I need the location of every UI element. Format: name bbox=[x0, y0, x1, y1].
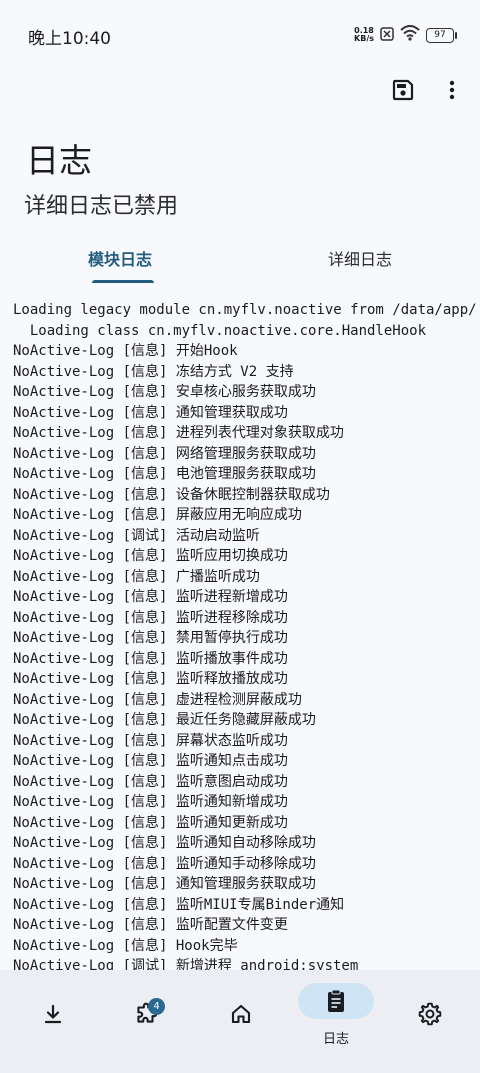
save-icon bbox=[392, 79, 414, 101]
log-line: NoActive-Log [信息] 监听通知新增成功 bbox=[13, 794, 288, 810]
log-line: NoActive-Log [信息] 监听通知手动移除成功 bbox=[13, 855, 316, 872]
nav-item-download[interactable] bbox=[5, 970, 101, 1060]
more-options-button[interactable] bbox=[438, 76, 466, 104]
net-speed-unit: KB/s bbox=[354, 34, 374, 43]
log-line: NoActive-Log [信息] 安卓核心服务获取成功 bbox=[13, 384, 316, 400]
nav-item-home[interactable] bbox=[193, 970, 289, 1060]
home-icon bbox=[227, 1000, 255, 1028]
wifi-icon bbox=[400, 25, 420, 45]
modules-badge: 4 bbox=[148, 998, 165, 1015]
log-line: NoActive-Log [信息] 通知管理获取成功 bbox=[13, 404, 288, 421]
log-line: NoActive-Log [信息] 最近任务隐藏屏蔽成功 bbox=[13, 712, 316, 728]
log-line: NoActive-Log [信息] 电池管理服务获取成功 bbox=[13, 466, 316, 482]
log-clipboard-icon bbox=[322, 987, 350, 1015]
log-line: NoActive-Log [信息] 网络管理服务获取成功 bbox=[13, 445, 316, 462]
nav-item-logs[interactable]: 日志 bbox=[288, 970, 384, 1060]
log-line: NoActive-Log [信息] 监听通知自动移除成功 bbox=[13, 835, 316, 851]
log-line: NoActive-Log [信息] 监听配置文件变更 bbox=[13, 917, 288, 933]
save-button[interactable] bbox=[389, 76, 417, 104]
sim-none-icon bbox=[380, 26, 394, 45]
log-line: NoActive-Log [信息] 监听应用切换成功 bbox=[13, 548, 288, 564]
more-vert-icon bbox=[449, 80, 455, 100]
settings-icon bbox=[416, 1000, 444, 1028]
log-line: NoActive-Log [信息] 屏蔽应用无响应成功 bbox=[13, 507, 302, 523]
log-line: NoActive-Log [信息] 监听播放事件成功 bbox=[13, 650, 288, 667]
log-line: NoActive-Log [信息] Hook完毕 bbox=[13, 937, 238, 954]
log-line: NoActive-Log [信息] 监听释放播放成功 bbox=[13, 671, 288, 687]
log-line: NoActive-Log [信息] 监听进程移除成功 bbox=[13, 609, 288, 626]
log-line: NoActive-Log [信息] 禁用暂停执行成功 bbox=[13, 630, 288, 646]
page-subtitle: 详细日志已禁用 bbox=[24, 194, 179, 219]
log-line: NoActive-Log [信息] 通知管理服务获取成功 bbox=[13, 876, 316, 892]
log-line: NoActive-Log [信息] 广播监听成功 bbox=[13, 568, 260, 585]
status-time: 晚上10:40 bbox=[28, 29, 111, 49]
log-line: NoActive-Log [信息] 屏幕状态监听成功 bbox=[13, 732, 288, 749]
tab-module-log[interactable]: 模块日志 bbox=[0, 232, 240, 284]
log-line: NoActive-Log [信息] 进程列表代理对象获取成功 bbox=[13, 425, 344, 441]
tab-indicator bbox=[92, 280, 154, 283]
log-line: NoActive-Log [信息] 监听意图启动成功 bbox=[13, 773, 288, 790]
log-line: NoActive-Log [信息] 监听MIUI专属Binder通知 bbox=[13, 896, 345, 913]
net-speed: 0.18 KB/s bbox=[354, 27, 374, 43]
page-title: 日志 bbox=[26, 141, 92, 180]
nav-item-modules[interactable] bbox=[98, 970, 194, 1060]
log-line: NoActive-Log [信息] 监听通知更新成功 bbox=[13, 814, 288, 831]
log-line: NoActive-Log [信息] 冻结方式 V2 支持 bbox=[13, 363, 294, 380]
log-content[interactable]: Loading legacy module cn.myflv.noactive … bbox=[0, 300, 480, 970]
nav-label-logs: 日志 bbox=[322, 1032, 349, 1047]
log-line: Loading legacy module cn.myflv.noactive … bbox=[13, 302, 477, 318]
battery-indicator: 97 bbox=[426, 27, 457, 43]
status-icons: 0.18 KB/s 97 bbox=[354, 25, 457, 45]
log-line: NoActive-Log [调试] 活动启动监听 bbox=[13, 527, 260, 544]
log-line: NoActive-Log [信息] 监听通知点击成功 bbox=[13, 753, 288, 769]
log-line: NoActive-Log [信息] 开始Hook bbox=[13, 343, 238, 359]
status-bar: 晚上10:40 0.18 KB/s 97 bbox=[0, 0, 480, 70]
download-icon bbox=[39, 1000, 67, 1028]
log-tabs: 模块日志 详细日志 bbox=[0, 232, 480, 284]
log-line: Loading class cn.myflv.noactive.core.Han… bbox=[13, 322, 427, 339]
log-line: NoActive-Log [信息] 虚进程检测屏蔽成功 bbox=[13, 691, 302, 708]
log-line: NoActive-Log [调试] 新增进程 android:system bbox=[13, 958, 359, 970]
log-line: NoActive-Log [信息] 监听进程新增成功 bbox=[13, 589, 288, 605]
log-line: NoActive-Log [信息] 设备休眠控制器获取成功 bbox=[13, 486, 330, 503]
tab-verbose-log[interactable]: 详细日志 bbox=[240, 232, 480, 284]
nav-item-settings[interactable] bbox=[382, 970, 478, 1060]
